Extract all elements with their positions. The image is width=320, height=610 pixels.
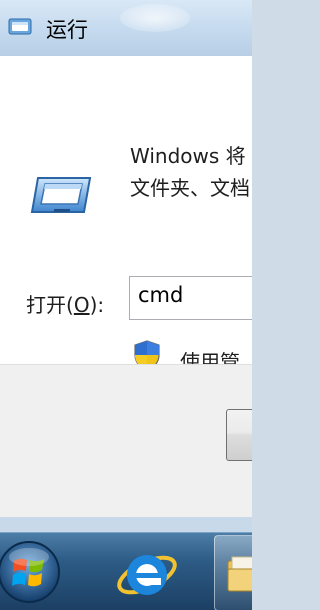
open-label-prefix: 打开( — [26, 293, 74, 317]
start-button[interactable] — [0, 539, 62, 605]
run-dialog-window: 运行 Windows 将 文件夹、文档 打开(O): cmd 使用管 — [0, 0, 252, 532]
titlebar-glow — [120, 4, 190, 32]
open-label: 打开(O): — [26, 289, 104, 318]
internet-explorer-icon[interactable] — [114, 541, 180, 605]
taskbar — [0, 532, 252, 610]
command-input[interactable]: cmd — [129, 276, 252, 320]
dialog-content: Windows 将 文件夹、文档 打开(O): cmd 使用管 — [0, 56, 252, 374]
window-title: 运行 — [46, 18, 88, 42]
folder-icon — [227, 556, 252, 592]
open-label-suffix: ): — [89, 293, 105, 317]
open-label-hotkey: O — [73, 293, 90, 317]
description-line-2: 文件夹、文档 — [130, 176, 250, 200]
run-dialog-icon — [8, 18, 32, 35]
title-bar[interactable]: 运行 — [0, 0, 252, 56]
description-line-1: Windows 将 — [130, 144, 246, 168]
ok-button[interactable] — [226, 409, 252, 461]
screen: 运行 Windows 将 文件夹、文档 打开(O): cmd 使用管 — [0, 0, 252, 610]
dialog-button-area — [0, 364, 252, 517]
run-program-icon — [30, 177, 92, 213]
